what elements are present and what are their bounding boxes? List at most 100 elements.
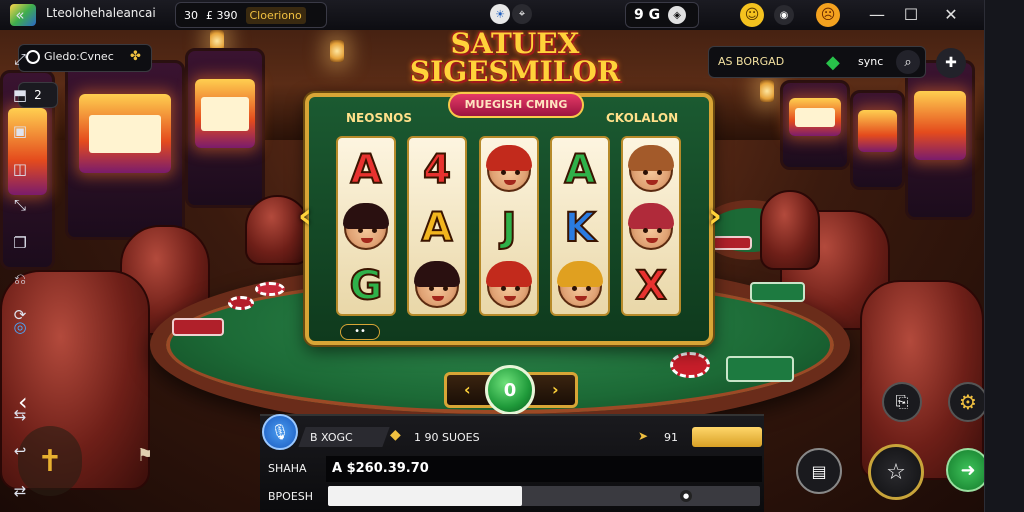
settings-icon[interactable]: ✚ bbox=[936, 48, 966, 78]
reel-symbol-letter: X bbox=[623, 258, 679, 314]
symbol-text: G bbox=[349, 263, 384, 309]
collapse-icon[interactable]: « bbox=[9, 4, 31, 26]
reel-2: 4A bbox=[407, 136, 467, 316]
character-face-icon bbox=[628, 145, 674, 192]
flag-icon[interactable]: ⚑ bbox=[130, 440, 160, 470]
symbol-text: J bbox=[501, 205, 518, 251]
bg-slot-machine bbox=[850, 90, 905, 190]
folder-icon[interactable]: ◫ bbox=[9, 158, 31, 180]
record-icon[interactable]: ▣ bbox=[9, 120, 31, 142]
coins-label: 1 90 SUOES bbox=[414, 431, 480, 444]
search-icon[interactable]: ⌕ bbox=[896, 50, 920, 74]
coins-icon: ◆ bbox=[390, 427, 401, 443]
character-face-icon bbox=[414, 261, 460, 308]
reel-4: AK bbox=[550, 136, 610, 316]
right-panel-badge: AS BORGAD bbox=[718, 55, 785, 68]
autoplay-badge[interactable]: •• bbox=[340, 324, 380, 340]
chip-stack bbox=[255, 282, 285, 296]
game-subtitle: MUEGISH CMING bbox=[448, 92, 584, 118]
wall-lamp bbox=[760, 80, 774, 102]
character-face-icon bbox=[486, 145, 532, 192]
card bbox=[712, 236, 752, 250]
reel-symbol-letter: K bbox=[552, 200, 608, 256]
smile-icon[interactable]: ☺ bbox=[740, 3, 764, 27]
progress-fill bbox=[328, 486, 522, 506]
reel-symbol-letter: A bbox=[409, 200, 465, 256]
location-icon[interactable]: ⌖ bbox=[512, 4, 532, 24]
left-panel-header: Gledo:Cvnec bbox=[44, 50, 114, 63]
shake-icon[interactable]: ⇆ bbox=[9, 404, 31, 426]
game-window: SATUEX SIGESMILOR MUEGISH CMING NEOSNOS … bbox=[0, 0, 1024, 512]
emulator-sidebar bbox=[984, 0, 1024, 512]
character-face-icon bbox=[557, 261, 603, 308]
reel-symbol-face-icon bbox=[338, 200, 394, 256]
home-icon[interactable]: ⇄ bbox=[9, 480, 31, 502]
reel-symbol-letter: A bbox=[338, 142, 394, 198]
right-count: 91 bbox=[664, 431, 678, 444]
level-value: 30 bbox=[184, 8, 198, 22]
reel-symbol-face-icon bbox=[409, 258, 465, 314]
counter-value: 9 G bbox=[634, 7, 661, 23]
reel-symbol-letter: G bbox=[338, 258, 394, 314]
reel-1: AG bbox=[336, 136, 396, 316]
app-title: Lteolohehaleancai bbox=[46, 6, 156, 20]
balance-label: SHAHA bbox=[268, 462, 307, 475]
bg-slot-machine bbox=[905, 60, 975, 220]
reel-symbol-letter: A bbox=[552, 142, 608, 198]
character-face-icon bbox=[486, 261, 532, 308]
favorite-star-icon[interactable]: ☆ bbox=[868, 444, 924, 500]
rotate-icon[interactable]: ⎌ bbox=[9, 268, 31, 290]
game-title-line2: SIGESMILOR bbox=[409, 55, 621, 88]
back-icon[interactable]: ↩ bbox=[9, 440, 31, 462]
macro-icon[interactable]: ◎ bbox=[9, 316, 31, 338]
next-arrow-icon[interactable]: › bbox=[708, 195, 724, 237]
progress-label: BPOESH bbox=[268, 490, 314, 503]
reel-symbol-letter: 4 bbox=[409, 142, 465, 198]
reel-symbol-face-icon bbox=[481, 142, 537, 198]
symbol-text: A bbox=[350, 147, 383, 193]
prev-arrow-icon[interactable]: ‹ bbox=[298, 195, 314, 237]
gear-icon[interactable]: ⚙ bbox=[948, 382, 988, 422]
resize-icon[interactable]: ⤢ bbox=[9, 48, 31, 70]
frown-icon[interactable]: ☹ bbox=[816, 3, 840, 27]
chair bbox=[760, 190, 820, 270]
progress-knob-icon[interactable]: ● bbox=[680, 490, 692, 502]
reel-5: X bbox=[621, 136, 681, 316]
toggle-icon[interactable]: ◉ bbox=[774, 5, 794, 25]
symbol-text: 4 bbox=[422, 147, 452, 193]
reel-header-right: CKOLALON bbox=[606, 111, 679, 125]
close-button[interactable]: ✕ bbox=[940, 4, 962, 26]
symbol-text: K bbox=[564, 205, 597, 251]
maximize-button[interactable]: ☐ bbox=[900, 4, 922, 26]
game-title-line1: SATUEX bbox=[450, 27, 580, 60]
reel-symbol-face-icon bbox=[623, 200, 679, 256]
screenshot-icon[interactable]: ⬒ bbox=[9, 84, 31, 106]
currency-pill[interactable]: 30 £ 390 Cloeriono bbox=[175, 2, 327, 28]
bg-slot-machine bbox=[65, 60, 185, 240]
menu-icon[interactable]: ▤ bbox=[796, 448, 842, 494]
card bbox=[172, 318, 224, 336]
reel-header-left: NEOSNOS bbox=[346, 111, 412, 125]
increase-bet-icon[interactable]: › bbox=[552, 380, 559, 399]
card bbox=[750, 282, 805, 302]
reel-3: J bbox=[479, 136, 539, 316]
sun-icon[interactable]: ☀ bbox=[490, 4, 510, 24]
decrease-bet-icon[interactable]: ‹ bbox=[464, 380, 471, 399]
chip-stack bbox=[670, 352, 710, 378]
expand-icon[interactable]: ⤡ bbox=[9, 194, 31, 216]
minimize-button[interactable]: — bbox=[866, 4, 888, 26]
layers-icon[interactable]: ❐ bbox=[9, 232, 31, 254]
symbol-text: A bbox=[421, 205, 454, 251]
reel-symbol-letter: J bbox=[481, 200, 537, 256]
compass-icon: ◈ bbox=[668, 6, 687, 24]
mic-icon[interactable]: 🎙 bbox=[262, 414, 298, 450]
spin-button[interactable]: 0 bbox=[485, 365, 535, 415]
character-face-icon bbox=[628, 203, 674, 250]
share-icon[interactable]: ⎘ bbox=[882, 382, 922, 422]
character-face-icon bbox=[343, 203, 389, 250]
gem-icon: ◆ bbox=[826, 52, 840, 73]
arrow-icon: ➤ bbox=[638, 429, 649, 443]
counter-pill[interactable]: 9 G ◈ bbox=[625, 2, 699, 28]
dropdown-icon[interactable]: ✤ bbox=[130, 49, 141, 64]
right-panel-label: sync bbox=[858, 55, 884, 68]
